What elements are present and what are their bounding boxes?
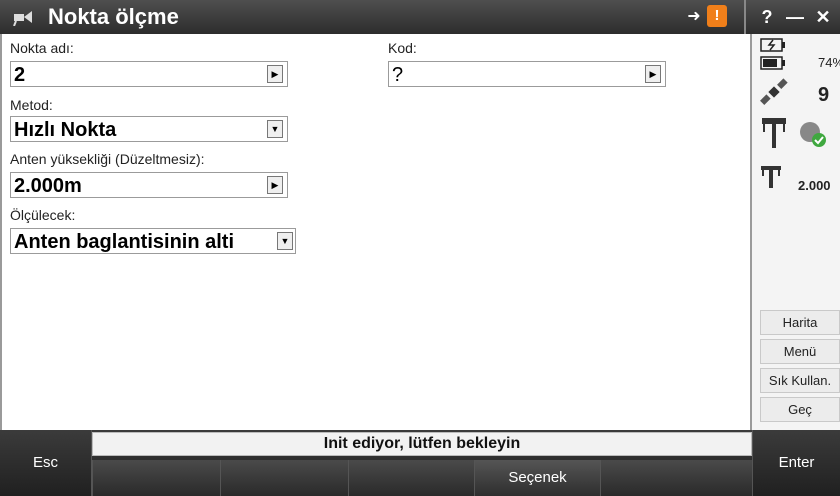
code-field[interactable]: ? ▶: [388, 61, 666, 87]
title-bar: Nokta ölçme ➜ ! ? — ✕: [0, 0, 840, 34]
status-sidebar: 74% 9 2.000 Harita Menü Sık Kullan. Geç: [752, 34, 840, 430]
survey-instrument-icon: [13, 11, 32, 26]
softkey-empty-4[interactable]: [600, 460, 752, 496]
gnss-receiver-icon[interactable]: [760, 116, 788, 150]
measured-to-label: Ölçülecek:: [10, 207, 76, 223]
code-arrow-button[interactable]: ▶: [645, 65, 661, 83]
method-label: Metod:: [10, 97, 53, 113]
warning-icon[interactable]: !: [707, 5, 727, 27]
antenna-height-field[interactable]: 2.000m ▶: [10, 172, 288, 198]
skip-button[interactable]: Geç: [760, 397, 840, 422]
measured-to-dropdown-icon[interactable]: ▼: [277, 232, 293, 250]
measure-point-form: Nokta adı: 2 ▶ Kod: ? ▶ Metod: Hızlı Nok…: [0, 34, 752, 430]
softkey-empty-1[interactable]: [92, 460, 220, 496]
radio-status-icon[interactable]: [798, 120, 828, 148]
antenna-height-value: 2.000m: [14, 175, 82, 197]
code-label: Kod:: [388, 40, 417, 56]
method-select[interactable]: Hızlı Nokta ▼: [10, 116, 288, 142]
antenna-height-arrow-button[interactable]: ▶: [267, 176, 283, 194]
login-arrow-icon[interactable]: ➜: [683, 6, 705, 28]
antenna-height-label: Anten yüksekliği (Düzeltmesiz):: [10, 151, 205, 167]
satellite-count: 9: [818, 84, 830, 106]
softkey-empty-3[interactable]: [348, 460, 474, 496]
softkey-empty-2[interactable]: [220, 460, 348, 496]
measured-to-select[interactable]: Anten baglantisinin alti ▼: [10, 228, 296, 254]
menu-button[interactable]: Menü: [760, 339, 840, 364]
options-button[interactable]: Seçenek: [474, 460, 600, 496]
method-dropdown-icon[interactable]: ▼: [267, 120, 283, 138]
code-value: ?: [392, 64, 404, 86]
sidebar-antenna-height: 2.000: [798, 178, 831, 193]
measured-to-value: Anten baglantisinin alti: [14, 231, 235, 253]
battery-icon[interactable]: [760, 56, 786, 70]
method-value: Hızlı Nokta: [14, 119, 117, 141]
charging-battery-icon[interactable]: [760, 38, 786, 52]
title-separator: [744, 0, 746, 34]
esc-button[interactable]: Esc: [0, 430, 92, 496]
point-name-field[interactable]: 2 ▶: [10, 61, 288, 87]
close-button[interactable]: ✕: [810, 4, 836, 30]
map-button[interactable]: Harita: [760, 310, 840, 335]
point-name-value: 2: [14, 64, 26, 86]
enter-button[interactable]: Enter: [752, 430, 840, 496]
favorites-button[interactable]: Sık Kullan.: [760, 368, 840, 393]
status-message: Init ediyor, lütfen bekleyin: [92, 432, 752, 456]
battery-percent: 74%: [818, 55, 840, 70]
antenna-height-icon[interactable]: [760, 164, 782, 190]
point-name-label: Nokta adı:: [10, 40, 74, 56]
point-name-arrow-button[interactable]: ▶: [267, 65, 283, 83]
satellite-icon[interactable]: [760, 78, 788, 106]
help-button[interactable]: ?: [754, 4, 780, 30]
window-title: Nokta ölçme: [48, 4, 179, 29]
minimize-button[interactable]: —: [782, 4, 808, 30]
